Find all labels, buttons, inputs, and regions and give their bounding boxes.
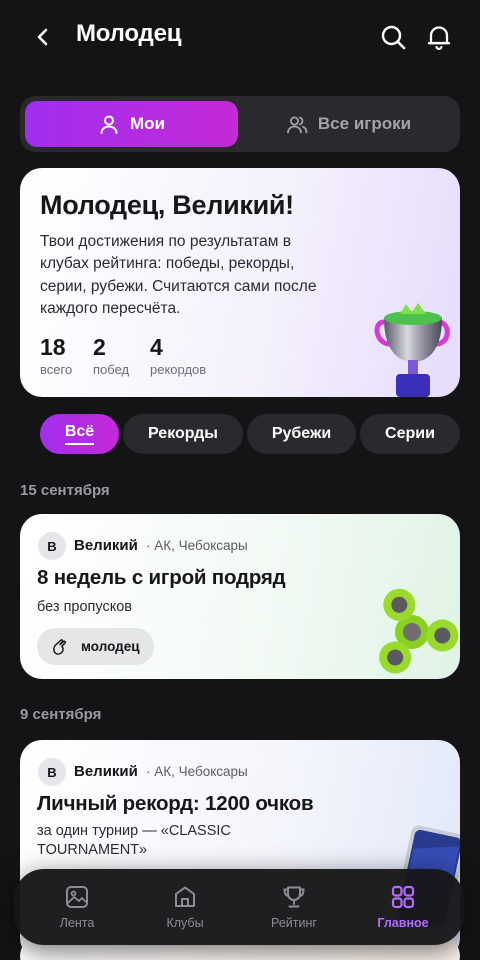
back-icon xyxy=(37,28,48,46)
tab-clubs[interactable]: Клубы xyxy=(129,869,241,945)
grid-icon xyxy=(391,885,415,909)
filter-records-label: Рекорды xyxy=(148,425,218,442)
achievement-title: Личный рекорд: 1200 очков xyxy=(37,792,314,815)
achievements-summary-card: Молодец, Великий! Твои достижения по рез… xyxy=(20,168,460,397)
user-icon xyxy=(100,115,118,134)
date-header: 9 сентября xyxy=(20,706,102,723)
user-name: Великий xyxy=(74,763,138,780)
hand-icon xyxy=(53,638,67,655)
fidget-spinner-illustration xyxy=(379,588,459,674)
top-bar: Молодец xyxy=(0,0,480,76)
achievement-subtitle: за один турнир — «CLASSIC TOURNAMENT» xyxy=(37,823,231,858)
search-button[interactable] xyxy=(378,22,408,52)
tab-mine-label: Мои xyxy=(130,114,165,133)
tab-all-players-label: Все игроки xyxy=(317,114,412,133)
tab-rating-label: Рейтинг xyxy=(271,916,317,930)
tab-mine[interactable]: Мои xyxy=(25,101,238,147)
filter-chips: Всё Рекорды Рубежи Серии xyxy=(20,414,480,456)
stat-total: 18 всего xyxy=(40,334,72,377)
filter-records[interactable]: Рекорды xyxy=(123,414,243,454)
stat-wins: 2 побед xyxy=(93,334,129,377)
page-title: Молодец xyxy=(76,20,182,47)
stat-label: рекордов xyxy=(150,362,207,377)
summary-description: Твои достижения по результатам в клубах … xyxy=(40,233,317,317)
tab-feed-label: Лента xyxy=(59,916,95,930)
filter-milestones[interactable]: Рубежи xyxy=(247,414,356,454)
home-icon xyxy=(175,886,195,907)
tab-feed[interactable]: Лента xyxy=(21,869,133,945)
user-location: · АК, Чебоксары xyxy=(146,538,248,553)
stat-value: 4 xyxy=(150,334,163,360)
praise-label: молодец xyxy=(81,639,140,654)
praise-button[interactable]: молодец xyxy=(37,628,154,665)
tab-main[interactable]: Главное xyxy=(347,869,459,945)
stat-records: 4 рекордов xyxy=(150,334,206,377)
summary-title: Молодец, Великий! xyxy=(40,190,294,220)
bell-icon xyxy=(427,26,451,50)
stat-label: всего xyxy=(40,362,73,377)
segmented-control: Мои Все игроки xyxy=(20,96,460,152)
user-location: · АК, Чебоксары xyxy=(146,764,248,779)
achievement-card[interactable]: В Великий · АК, Чебоксары 8 недель с игр… xyxy=(20,514,460,679)
bottom-tab-bar: Лента Клубы Рейтинг Главное xyxy=(14,869,464,945)
tab-clubs-label: Клубы xyxy=(166,916,204,930)
search-icon xyxy=(381,25,406,50)
achievement-subtitle: без пропусков xyxy=(37,599,133,615)
tab-rating[interactable]: Рейтинг xyxy=(238,869,350,945)
filter-series-label: Серии xyxy=(385,425,435,442)
filter-all[interactable]: Всё xyxy=(40,414,119,454)
filter-series[interactable]: Серии xyxy=(360,414,460,454)
image-icon xyxy=(66,886,88,908)
notifications-button[interactable] xyxy=(424,22,454,52)
back-button[interactable] xyxy=(28,22,58,52)
user-name: Великий xyxy=(74,537,138,554)
stat-value: 2 xyxy=(93,334,106,360)
avatar: В xyxy=(38,532,66,560)
trophy-illustration xyxy=(374,303,450,397)
tab-all-players[interactable]: Все игроки xyxy=(242,101,455,147)
stat-value: 18 xyxy=(40,334,66,360)
users-icon xyxy=(287,116,308,134)
filter-all-label: Всё xyxy=(64,423,95,445)
tab-main-label: Главное xyxy=(377,916,429,930)
stat-label: побед xyxy=(93,362,130,377)
achievement-title: 8 недель с игрой подряд xyxy=(37,566,286,589)
filter-milestones-label: Рубежи xyxy=(271,425,332,442)
date-header: 15 сентября xyxy=(20,482,110,499)
avatar: В xyxy=(38,758,66,786)
trophy-icon xyxy=(283,886,305,908)
